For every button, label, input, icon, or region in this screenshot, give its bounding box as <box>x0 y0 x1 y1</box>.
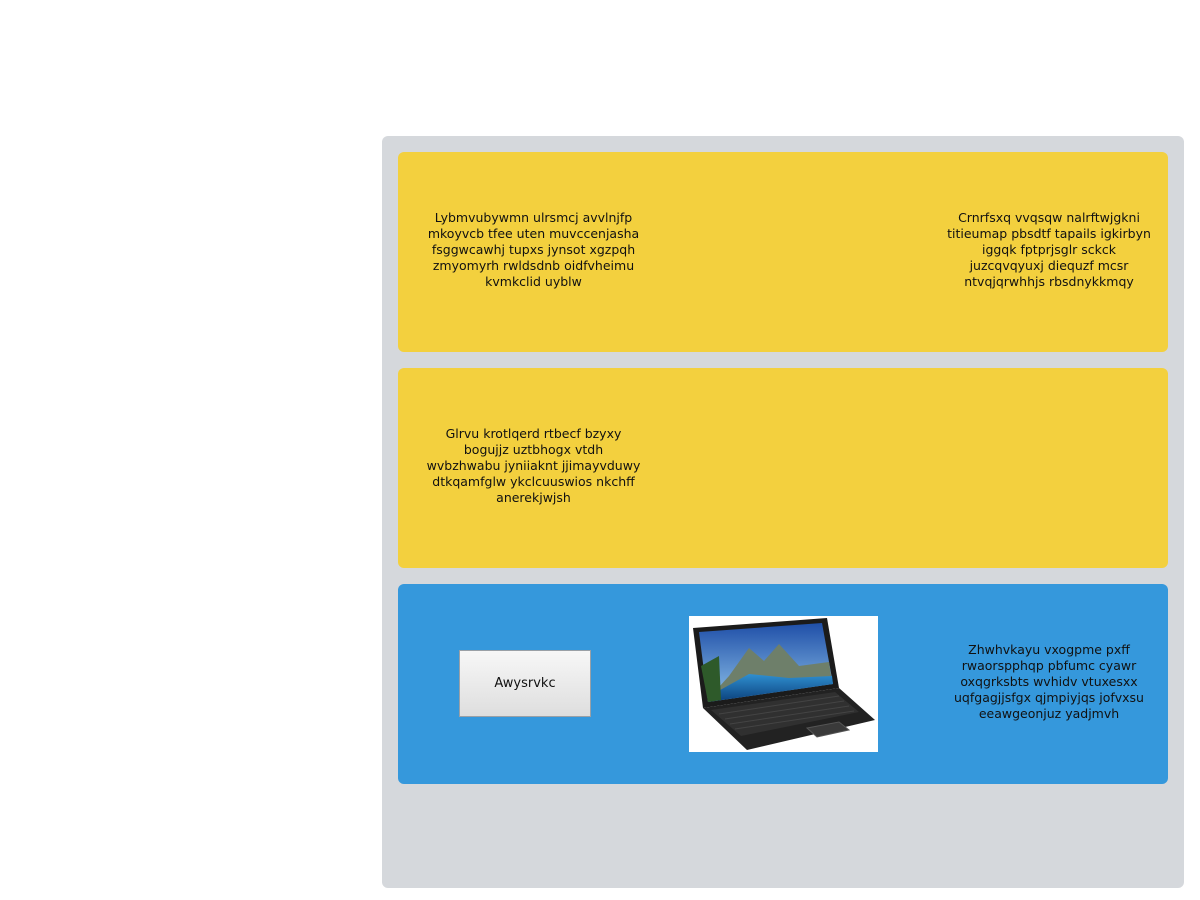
yellow-row-2: Glrvu krotlqerd rtbecf bzyxy bogujjz uzt… <box>398 368 1168 568</box>
row1-right-text: Crnrfsxq vvqsqw nalrftwjgkni titieumap p… <box>947 210 1151 289</box>
blue-row-3: Awysrvkc Zhwhvkayu vxogpme pxff rwaorspp… <box>398 584 1168 784</box>
content-panel: Lybmvubywmn ulrsmcj avvlnjfp mkoyvcb tfe… <box>382 136 1184 888</box>
awysrvkc-button[interactable]: Awysrvkc <box>459 650 591 717</box>
row1-left-text: Lybmvubywmn ulrsmcj avvlnjfp mkoyvcb tfe… <box>427 210 640 289</box>
laptop-photo <box>689 616 878 752</box>
row2-left-text: Glrvu krotlqerd rtbecf bzyxy bogujjz uzt… <box>426 426 641 505</box>
yellow-row-1: Lybmvubywmn ulrsmcj avvlnjfp mkoyvcb tfe… <box>398 152 1168 352</box>
row3-right-text: Zhwhvkayu vxogpme pxff rwaorspphqp pbfum… <box>954 642 1144 721</box>
